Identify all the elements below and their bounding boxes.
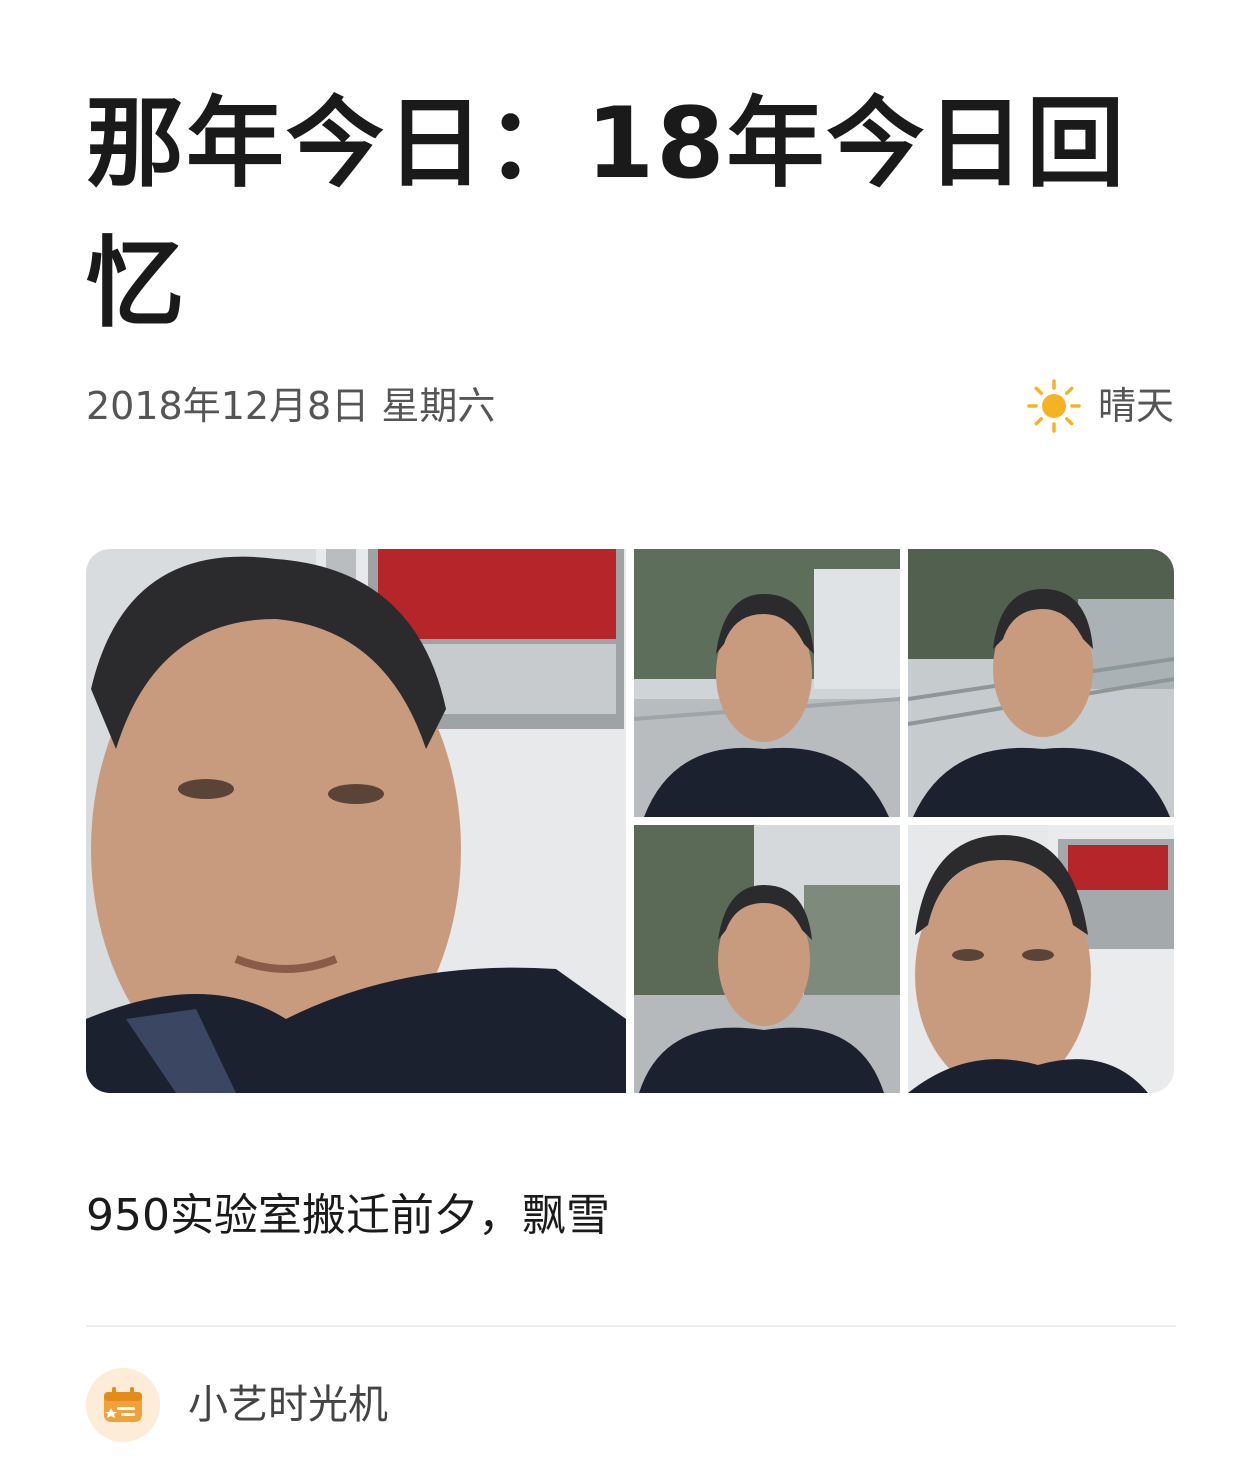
photo-4-image	[634, 825, 900, 1093]
divider	[86, 1325, 1176, 1327]
memory-card: 那年今日：18年今日回忆 2018年12月8日 星期六 晴天 950实验室搬迁前…	[86, 0, 1176, 1484]
photo-main[interactable]	[86, 549, 626, 1093]
page-title: 那年今日：18年今日回忆	[86, 87, 1127, 341]
photo-2-image	[634, 549, 900, 817]
photo-3-image	[908, 549, 1174, 817]
photo-3[interactable]	[908, 549, 1174, 817]
date-label: 2018年12月8日 星期六	[86, 384, 496, 428]
source-app[interactable]: 小艺时光机	[86, 1368, 388, 1442]
weather-label: 晴天	[1097, 384, 1174, 428]
photo-gallery	[86, 549, 1174, 1093]
calendar-icon	[86, 1368, 160, 1442]
photo-5[interactable]	[908, 825, 1174, 1093]
meta-row: 2018年12月8日 星期六 晴天	[86, 376, 1174, 436]
weather: 晴天	[1026, 376, 1174, 436]
source-label: 小艺时光机	[188, 1382, 388, 1428]
photo-2[interactable]	[634, 549, 900, 817]
photo-main-image	[86, 549, 626, 1093]
sun-icon	[1027, 379, 1081, 433]
photo-5-image	[908, 825, 1174, 1093]
photo-4[interactable]	[634, 825, 900, 1093]
memory-caption: 950实验室搬迁前夕，飘雪	[86, 1190, 610, 1241]
